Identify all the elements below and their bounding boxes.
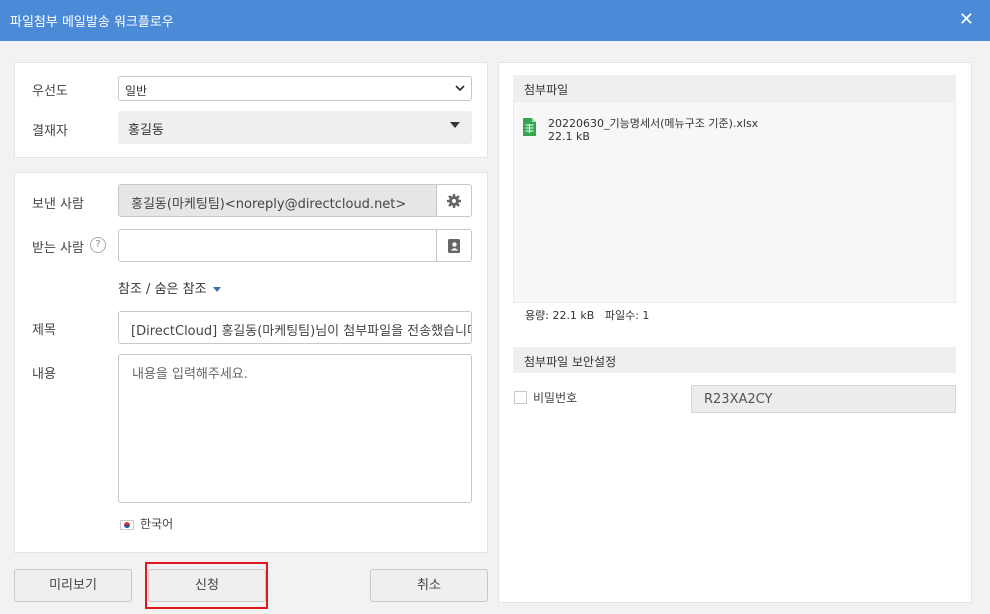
cancel-button-label: 취소 <box>417 578 441 593</box>
help-icon[interactable]: ? <box>90 237 106 253</box>
close-icon[interactable]: ✕ <box>959 9 974 31</box>
caret-down-icon <box>212 287 221 292</box>
language-label: 한국어 <box>140 517 174 531</box>
approver-value: 홍길동 <box>128 123 164 138</box>
sender-label: 보낸 사람 <box>32 197 84 212</box>
sender-value: 홍길동(마케팅팀)<noreply@directcloud.net> <box>131 197 407 212</box>
cc-bcc-label: 참조 / 숨은 참조 <box>118 282 207 297</box>
preview-button-label: 미리보기 <box>49 578 97 593</box>
password-label: 비밀번호 <box>533 391 578 405</box>
password-field: R23XA2CY <box>691 385 956 413</box>
caret-down-icon <box>450 122 460 128</box>
recipient-label: 받는 사람 <box>32 241 84 256</box>
preview-button[interactable]: 미리보기 <box>14 569 132 602</box>
chevron-down-icon <box>455 85 465 92</box>
sender-settings-button[interactable] <box>436 184 472 217</box>
body-textarea[interactable]: 내용을 입력해주세요. <box>118 354 472 503</box>
address-book-icon <box>448 239 460 253</box>
korea-flag-icon <box>120 519 134 530</box>
priority-value: 일반 <box>125 84 148 98</box>
attachment-header: 첨부파일 <box>513 75 956 101</box>
body-placeholder: 내용을 입력해주세요. <box>132 367 248 382</box>
priority-label: 우선도 <box>32 84 68 99</box>
password-checkbox[interactable] <box>514 391 527 404</box>
security-header: 첨부파일 보안설정 <box>513 347 956 373</box>
subject-input[interactable]: [DirectCloud] 홍길동(마케팅팀)님이 첨부파일을 전송했습니다 <box>118 311 472 344</box>
highlight-box <box>145 562 268 609</box>
approver-select[interactable]: 홍길동 <box>118 111 472 144</box>
subject-label: 제목 <box>32 323 56 338</box>
sender-field: 홍길동(마케팅팀)<noreply@directcloud.net> <box>118 184 437 217</box>
approver-label: 결재자 <box>32 124 68 139</box>
total-size: 용량: 22.1 kB <box>525 309 595 322</box>
excel-file-icon <box>523 118 536 136</box>
cancel-button[interactable]: 취소 <box>370 569 488 602</box>
attachment-header-label: 첨부파일 <box>524 83 569 97</box>
file-size: 22.1 kB <box>548 130 590 143</box>
cc-bcc-toggle[interactable]: 참조 / 숨은 참조 <box>118 278 221 297</box>
title-bar: 파일첨부 메일발송 워크플로우 ✕ <box>0 0 990 41</box>
attachment-stats: 용량: 22.1 kB 파일수: 1 <box>525 307 649 323</box>
subject-value: [DirectCloud] 홍길동(마케팅팀)님이 첨부파일을 전송했습니다 <box>131 324 472 339</box>
file-count: 파일수: 1 <box>604 309 650 322</box>
window-title: 파일첨부 메일발송 워크플로우 <box>10 15 174 30</box>
file-name: 20220630_기능명세서(메뉴구조 기준).xlsx <box>548 117 759 130</box>
language-selector[interactable]: 한국어 <box>120 515 173 532</box>
password-value: R23XA2CY <box>704 392 773 407</box>
address-book-button[interactable] <box>436 229 472 262</box>
recipient-input[interactable] <box>118 229 437 262</box>
body-label: 내용 <box>32 367 56 382</box>
gear-icon <box>447 194 461 208</box>
security-header-label: 첨부파일 보안설정 <box>524 355 617 369</box>
priority-select[interactable]: 일반 <box>118 76 472 101</box>
